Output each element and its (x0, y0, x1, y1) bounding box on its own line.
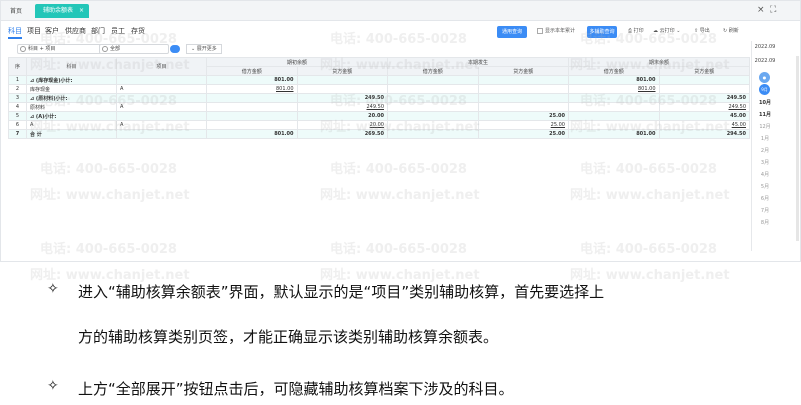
watermark-phone: 电话: 400-665-0028 (40, 162, 177, 177)
general-query-button[interactable]: 通用查询 (497, 26, 527, 38)
watermark-phone: 电话: 400-665-0028 (580, 162, 717, 177)
month-item[interactable]: 6月 (754, 195, 776, 202)
watermark-site: 网址: www.chanjet.net (570, 58, 730, 73)
watermark-site: 网址: www.chanjet.net (30, 120, 190, 135)
month-item[interactable]: 10月 (754, 99, 776, 106)
month-item[interactable]: 8月 (754, 219, 776, 226)
bullet-1-cont: 方的辅助核算类别页签，才能正确显示该类别辅助核算余额表。 (47, 326, 797, 346)
year-end[interactable]: 2022.09 (754, 58, 776, 64)
bullet-1: ✧ 进入“辅助核算余额表”界面，默认显示的是“项目”类别辅助核算，首先要选择上 (47, 281, 797, 301)
cell-ed: 801.00 (568, 75, 660, 85)
watermark-phone: 电话: 400-665-0028 (580, 32, 717, 47)
cell-subject: ⊿ (库存现金)小计: (26, 75, 117, 85)
cell-seq: 2 (8, 84, 27, 94)
show-ytd-label: 显示本年累计 (545, 28, 576, 34)
table-row[interactable]: 1 ⊿ (库存现金)小计: 801.00 801.00 (8, 75, 750, 85)
cell-seq: 7 (8, 129, 27, 139)
show-ytd-checkbox[interactable]: 显示本年累计 (537, 27, 575, 34)
cell-oc (296, 75, 388, 85)
watermark-site: 网址: www.chanjet.net (320, 188, 480, 203)
month-item[interactable]: 2月 (754, 147, 776, 154)
cell-seq: 3 (8, 93, 27, 103)
watermark-phone: 电话: 400-665-0028 (40, 94, 177, 109)
cell-seq: 4 (8, 102, 27, 112)
cell-cc: 25.00 (477, 129, 569, 139)
month-item[interactable]: 1月 (754, 135, 776, 142)
watermark-phone: 电话: 400-665-0028 (330, 32, 467, 47)
header-credit: 贷方金额 (477, 66, 569, 76)
cell-od (206, 111, 298, 121)
close-window-icon[interactable]: × (757, 5, 765, 15)
bullet-icon: ✧ (47, 281, 59, 297)
watermark-phone: 电话: 400-665-0028 (580, 242, 717, 257)
cell-od (206, 120, 298, 130)
year-start[interactable]: 2022.09 (754, 44, 776, 50)
watermark-phone: 电话: 400-665-0028 (580, 94, 717, 109)
watermark-site: 网址: www.chanjet.net (320, 120, 480, 135)
bullet-2: ✧ 上方“全部展开”按钮点击后，可隐藏辅助核算档案下涉及的科目。 (47, 378, 797, 398)
month-item[interactable]: 7月 (754, 207, 776, 214)
watermark-site: 网址: www.chanjet.net (30, 188, 190, 203)
watermark-site: 网址: www.chanjet.net (570, 188, 730, 203)
watermark-site: 网址: www.chanjet.net (570, 120, 730, 135)
maximize-icon[interactable]: ⛶ (770, 5, 776, 15)
expand-label: 展开更多 (196, 46, 217, 52)
tab-home[interactable]: 首页 (10, 6, 22, 15)
cell-cc: 25.00 (477, 120, 569, 130)
refresh-icon: ↻ (723, 28, 728, 34)
month-item[interactable]: 5月 (754, 183, 776, 190)
bullet-text: 进入“辅助核算余额表”界面，默认显示的是“项目”类别辅助核算，首先要选择上 (78, 283, 605, 301)
cell-project (116, 75, 207, 85)
month-item[interactable]: 4月 (754, 171, 776, 178)
cell-cd (387, 75, 479, 85)
header-debit: 借方金额 (206, 66, 298, 76)
cell-od: 801.00 (206, 84, 298, 94)
cell-seq: 6 (8, 120, 27, 130)
cell-seq: 5 (8, 111, 27, 121)
expand-all-button[interactable]: ⌄ 展开更多 (186, 44, 222, 54)
month-item[interactable]: 12月 (754, 123, 776, 130)
tab-label: 辅助余额表 (43, 7, 74, 14)
cell-od: 801.00 (206, 129, 298, 139)
tab-aux-balance[interactable]: 辅助余额表 × (35, 4, 89, 18)
cell-ec (658, 75, 750, 85)
tab-bar: 首页 辅助余额表 × × ⛶ (1, 1, 800, 21)
cell-cc (477, 84, 569, 94)
scrollbar[interactable] (796, 56, 799, 241)
cell-cc (477, 93, 569, 103)
month-item[interactable]: 11月 (754, 111, 776, 118)
cell-seq: 1 (8, 75, 27, 85)
watermark-site: 网址: www.chanjet.net (30, 58, 190, 73)
cell-od (206, 93, 298, 103)
watermark-phone: 电话: 400-665-0028 (330, 162, 467, 177)
checkbox-box (537, 27, 543, 34)
refresh-label: 刷新 (728, 28, 739, 34)
period-navigator: 2022.09 2022.09 ● 9月 10月 11月 12月 1月 2月 3月 4月 5月… (751, 41, 777, 251)
tab-close-icon[interactable]: × (79, 4, 84, 18)
cell-od (206, 102, 298, 112)
bullet-icon: ✧ (47, 378, 59, 394)
tab-subject[interactable]: 科目 (8, 26, 22, 39)
watermark-phone: 电话: 400-665-0028 (40, 32, 177, 47)
watermark-phone: 电话: 400-665-0028 (330, 242, 467, 257)
tab-project[interactable]: 项目 (27, 26, 41, 36)
month-item[interactable]: 3月 (754, 159, 776, 166)
watermark-phone: 电话: 400-665-0028 (330, 94, 467, 109)
cell-cc: 25.00 (477, 111, 569, 121)
cell-od: 801.00 (206, 75, 298, 85)
cell-cc (477, 102, 569, 112)
refresh-button[interactable]: ↻ 刷新 (723, 27, 739, 34)
period-selected[interactable]: 9月 (759, 84, 770, 95)
radio-icon (20, 46, 26, 52)
bullet-text: 方的辅助核算类别页签，才能正确显示该类别辅助核算余额表。 (78, 328, 499, 346)
watermark-site: 网址: www.chanjet.net (320, 58, 480, 73)
bullet-text: 上方“全部展开”按钮点击后，可隐藏辅助核算档案下涉及的科目。 (78, 380, 514, 398)
period-marker[interactable]: ● (759, 72, 770, 83)
watermark-phone: 电话: 400-665-0028 (40, 242, 177, 257)
cell-cc (477, 75, 569, 85)
header-seq: 序 (8, 57, 27, 76)
